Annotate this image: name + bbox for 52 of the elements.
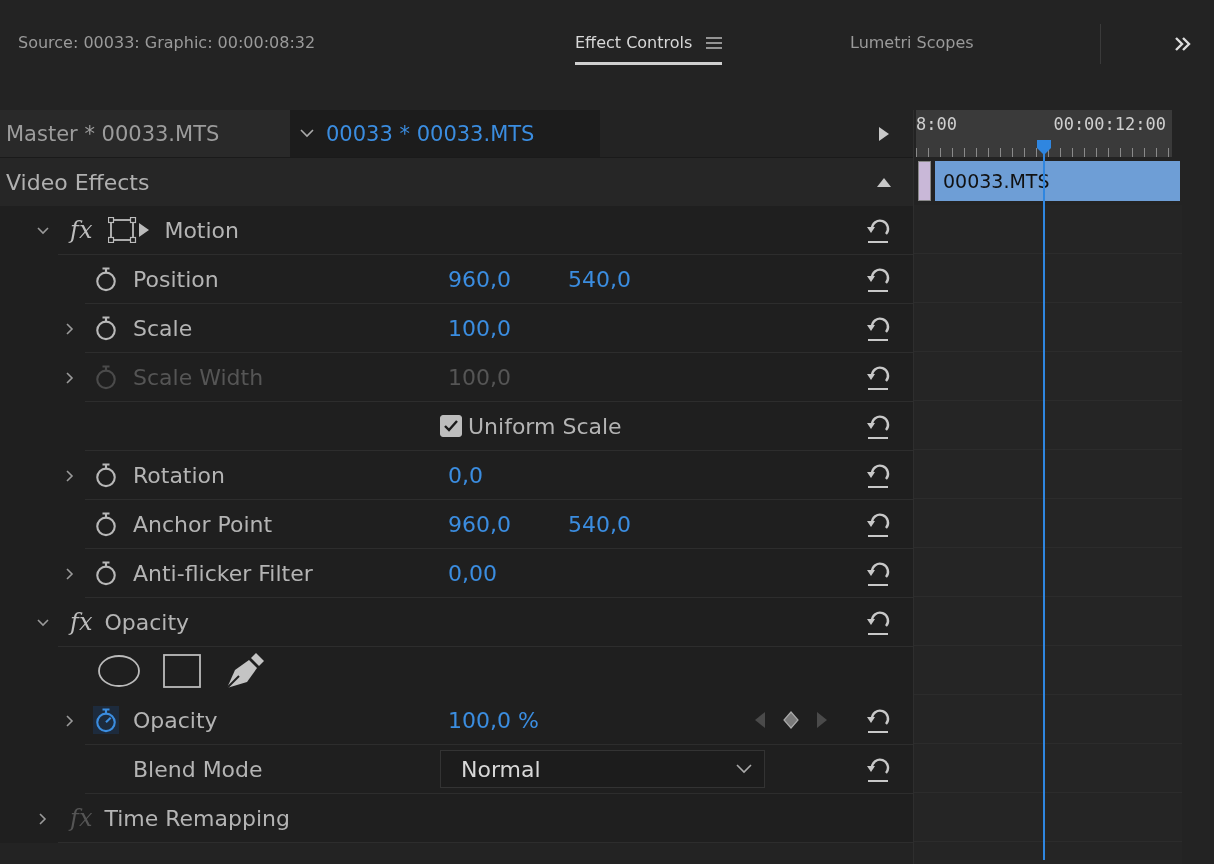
fx-badge[interactable]: fx bbox=[70, 608, 93, 636]
value-field[interactable]: 960,0 bbox=[448, 511, 568, 537]
value-field[interactable]: 100,0 bbox=[448, 315, 568, 341]
clip-selector[interactable]: 00033 * 00033.MTS bbox=[290, 110, 600, 157]
ruler-time: 8:00 bbox=[916, 114, 957, 134]
blend-mode-dropdown[interactable]: Normal bbox=[440, 750, 765, 788]
param-label: Opacity bbox=[133, 707, 219, 733]
stopwatch-icon[interactable] bbox=[93, 559, 119, 587]
panel-tab[interactable]: Effect Controls bbox=[575, 23, 723, 65]
value-field[interactable]: 0,0 bbox=[448, 462, 568, 488]
collapse-icon[interactable] bbox=[877, 177, 891, 187]
panel-tab[interactable]: Lumetri Scopes bbox=[850, 23, 974, 65]
checkbox[interactable] bbox=[440, 415, 462, 437]
rectangle-mask-icon[interactable] bbox=[163, 654, 201, 688]
master-clip-label: Master * 00033.MTS bbox=[0, 110, 290, 157]
caret-icon bbox=[300, 129, 314, 138]
ruler-time: 00:00:12:00 bbox=[1053, 114, 1166, 134]
clip-start-marker bbox=[918, 161, 931, 201]
caret-icon bbox=[736, 764, 752, 774]
value-field[interactable]: 0,00 bbox=[448, 560, 568, 586]
pen-icon[interactable] bbox=[225, 652, 265, 690]
param-label: Scale bbox=[133, 315, 194, 341]
time-ruler[interactable]: 8:00 00:00:12:00 bbox=[916, 110, 1172, 157]
value-field[interactable]: 960,0 bbox=[448, 266, 568, 292]
section-label: Video Effects bbox=[5, 169, 150, 195]
clip-bar[interactable]: 00033.MTS bbox=[935, 161, 1180, 201]
param-label: Position bbox=[133, 266, 220, 292]
fx-badge[interactable]: fx bbox=[70, 216, 93, 244]
value-field[interactable]: 540,0 bbox=[568, 511, 688, 537]
clip-name: 00033.MTS bbox=[943, 170, 1050, 192]
checkmark-icon bbox=[444, 420, 458, 432]
double-chevron-icon[interactable] bbox=[1174, 36, 1192, 52]
param-label: Anchor Point bbox=[133, 511, 274, 537]
param-label: Anti-flicker Filter bbox=[133, 560, 314, 586]
checkbox-label: Uniform Scale bbox=[468, 413, 622, 439]
panel-tab[interactable]: Source: 00033: Graphic: 00:00:08:32 bbox=[18, 23, 316, 65]
value-field[interactable]: 100,0 % bbox=[448, 707, 568, 733]
value-field[interactable]: 540,0 bbox=[568, 266, 688, 292]
effect-label: Motion bbox=[164, 217, 239, 243]
param-label: Rotation bbox=[133, 462, 226, 488]
add-keyframe-icon[interactable] bbox=[783, 711, 799, 729]
ellipse-mask-icon[interactable] bbox=[97, 654, 141, 688]
param-label: Blend Mode bbox=[133, 756, 264, 782]
stopwatch-icon[interactable] bbox=[93, 706, 119, 734]
triangle-icon[interactable] bbox=[879, 126, 889, 141]
stopwatch-icon[interactable] bbox=[93, 461, 119, 489]
stopwatch-icon[interactable] bbox=[93, 510, 119, 538]
effect-label: Opacity bbox=[104, 609, 190, 635]
stopwatch-icon[interactable] bbox=[93, 314, 119, 342]
effect-label: Time Remapping bbox=[104, 805, 290, 831]
stopwatch-icon[interactable] bbox=[93, 265, 119, 293]
menu-icon[interactable] bbox=[706, 35, 723, 50]
